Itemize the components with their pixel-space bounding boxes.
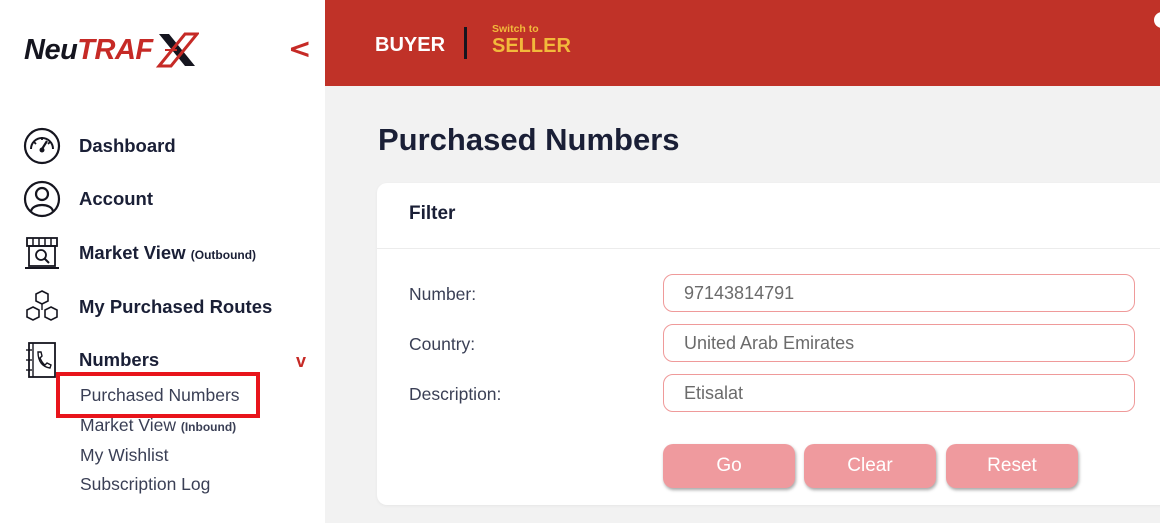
sidebar-item-label: Numbers [79, 349, 160, 370]
sidebar-subitem-market-view-inbound[interactable]: Market View (Inbound) [80, 415, 236, 436]
sidebar-item-account[interactable]: Account [22, 179, 153, 219]
country-label: Country: [409, 334, 476, 354]
sidebar: Neu TRAF < Dashboard Account Market View… [0, 0, 325, 523]
sidebar-item-label-text: Market View [79, 242, 186, 263]
selection-highlight-box [56, 372, 260, 418]
clear-button[interactable]: Clear [804, 444, 936, 488]
filter-card: Filter Number: 97143814791 Country: Unit… [377, 183, 1160, 505]
seller-label: SELLER [492, 34, 571, 57]
filter-header: Filter [377, 183, 1160, 249]
number-label: Number: [409, 284, 477, 304]
role-divider [464, 27, 467, 59]
chevron-down-icon[interactable]: v [296, 351, 306, 372]
sidebar-item-suffix: (Outbound) [190, 248, 257, 262]
logo-text-neu: Neu [24, 33, 78, 66]
neutrafix-logo[interactable]: Neu TRAF [24, 28, 199, 72]
logo-x-mark-icon [155, 32, 199, 68]
switch-to-seller-button[interactable]: Switch to SELLER [492, 24, 571, 56]
reset-button[interactable]: Reset [946, 444, 1078, 488]
buyer-role-label[interactable]: BUYER [375, 34, 445, 57]
dashboard-gauge-icon [22, 126, 62, 166]
sidebar-item-market-view-outbound[interactable]: Market View (Outbound) [22, 233, 256, 273]
sidebar-item-label: Market View (Outbound) [79, 242, 256, 264]
description-label: Description: [409, 384, 502, 404]
logo-text-traf: TRAF [77, 33, 153, 66]
top-bar: BUYER Switch to SELLER [325, 0, 1160, 86]
sidebar-item-label: Account [79, 188, 153, 209]
number-field[interactable]: 97143814791 [663, 274, 1135, 312]
profile-avatar[interactable] [1154, 12, 1160, 28]
sidebar-item-label: Dashboard [79, 135, 176, 156]
sidebar-item-label: My Purchased Routes [79, 296, 273, 317]
description-field[interactable]: Etisalat [663, 374, 1135, 412]
page-title: Purchased Numbers [378, 122, 680, 157]
cubes-network-icon [22, 287, 62, 327]
sidebar-item-dashboard[interactable]: Dashboard [22, 126, 176, 166]
sidebar-subitem-subscription-log[interactable]: Subscription Log [80, 474, 210, 495]
country-field[interactable]: United Arab Emirates [663, 324, 1135, 362]
subitem-label: Market View [80, 415, 176, 435]
sidebar-item-my-purchased-routes[interactable]: My Purchased Routes [22, 287, 272, 327]
switch-to-label: Switch to [492, 23, 539, 35]
subitem-suffix: (Inbound) [180, 420, 237, 434]
sidebar-subitem-my-wishlist[interactable]: My Wishlist [80, 445, 168, 466]
user-circle-icon [22, 179, 62, 219]
go-button[interactable]: Go [663, 444, 795, 488]
sidebar-collapse-button[interactable]: < [288, 32, 311, 65]
storefront-search-icon [22, 233, 62, 273]
